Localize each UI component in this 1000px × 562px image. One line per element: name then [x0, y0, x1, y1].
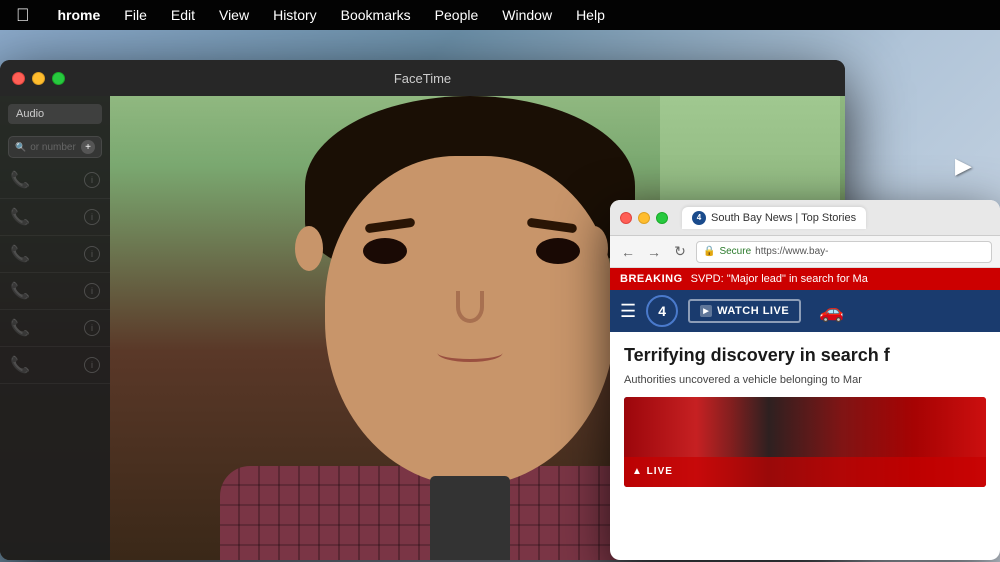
news-subtext: Authorities uncovered a vehicle belongin… — [624, 373, 986, 388]
contact-item[interactable]: 📞 i — [0, 310, 110, 347]
news-content-area: Terrifying discovery in search f Authori… — [610, 332, 1000, 499]
contact-item[interactable]: 📞 i — [0, 199, 110, 236]
breaking-text: SVPD: "Major lead" in search for Ma — [691, 273, 868, 285]
people-menu-item[interactable]: People — [423, 0, 491, 30]
phone-icon: 📞 — [10, 318, 30, 338]
info-icon[interactable]: i — [84, 172, 100, 188]
contact-item[interactable]: 📞 i — [0, 236, 110, 273]
channel-logo: 4 — [646, 295, 678, 327]
contact-item[interactable]: 📞 i — [0, 273, 110, 310]
play-icon: ▶ — [700, 305, 712, 317]
menubar:  hrome File Edit View History Bookmarks… — [0, 0, 1000, 30]
info-icon[interactable]: i — [84, 357, 100, 373]
news-image: ▲ LIVE — [624, 397, 986, 487]
window-menu-item[interactable]: Window — [490, 0, 564, 30]
search-icon: 🔍 — [15, 142, 26, 153]
close-button[interactable] — [12, 72, 25, 85]
watch-live-button[interactable]: ▶ WATCH LIVE — [688, 299, 801, 323]
edit-menu-item[interactable]: Edit — [159, 0, 207, 30]
url-text: https://www.bay- — [755, 246, 828, 257]
tab-title: South Bay News | Top Stories — [711, 212, 856, 224]
browser-window-controls — [620, 212, 668, 224]
help-menu-item[interactable]: Help — [564, 0, 617, 30]
browser-tab[interactable]: 4 South Bay News | Top Stories — [682, 207, 866, 229]
reload-button[interactable]: ↻ — [670, 242, 690, 262]
phone-icon: 📞 — [10, 207, 30, 227]
info-icon[interactable]: i — [84, 320, 100, 336]
facetime-window-title: FaceTime — [394, 71, 451, 86]
phone-icon: 📞 — [10, 170, 30, 190]
phone-icon: 📞 — [10, 355, 30, 375]
news-navbar: ☰ 4 ▶ WATCH LIVE 🚗 — [610, 290, 1000, 332]
person-inner-shirt — [430, 476, 510, 560]
car-icon: 🚗 — [819, 299, 844, 324]
browser-maximize-button[interactable] — [656, 212, 668, 224]
bookmarks-menu-item[interactable]: Bookmarks — [329, 0, 423, 30]
browser-minimize-button[interactable] — [638, 212, 650, 224]
browser-titlebar: 4 South Bay News | Top Stories — [610, 200, 1000, 236]
search-placeholder: or number — [30, 142, 76, 153]
contact-item[interactable]: 📞 i — [0, 162, 110, 199]
watch-live-label: WATCH LIVE — [717, 305, 789, 317]
facetime-sidebar: Audio 🔍 or number + 📞 i 📞 i 📞 i 📞 i 📞 i — [0, 96, 110, 560]
add-contact-icon[interactable]: + — [81, 140, 95, 154]
apple-menu[interactable]:  — [0, 0, 46, 30]
facetime-titlebar: FaceTime — [0, 60, 845, 96]
forward-button[interactable]: → — [644, 242, 664, 262]
browser-addressbar: ← → ↻ 🔒 Secure https://www.bay- — [610, 236, 1000, 268]
file-menu-item[interactable]: File — [112, 0, 159, 30]
maximize-button[interactable] — [52, 72, 65, 85]
search-field[interactable]: 🔍 or number + — [8, 136, 102, 158]
browser-window: 4 South Bay News | Top Stories ← → ↻ 🔒 S… — [610, 200, 1000, 560]
contact-item[interactable]: 📞 i — [0, 347, 110, 384]
breaking-news-banner: BREAKING SVPD: "Major lead" in search fo… — [610, 268, 1000, 290]
person-face — [325, 156, 615, 486]
browser-close-button[interactable] — [620, 212, 632, 224]
hamburger-menu-icon[interactable]: ☰ — [620, 301, 636, 322]
person-ear-left — [295, 226, 323, 271]
info-icon[interactable]: i — [84, 246, 100, 262]
secure-label: Secure — [719, 246, 751, 257]
image-caption-bar: ▲ LIVE — [624, 457, 986, 487]
breaking-label: BREAKING — [620, 273, 683, 285]
chrome-menu-item[interactable]: hrome — [46, 0, 113, 30]
minimize-button[interactable] — [32, 72, 45, 85]
back-button[interactable]: ← — [618, 242, 638, 262]
info-icon[interactable]: i — [84, 209, 100, 225]
secure-icon: 🔒 — [703, 246, 715, 257]
view-menu-item[interactable]: View — [207, 0, 261, 30]
audio-button[interactable]: Audio — [8, 104, 102, 124]
address-bar[interactable]: 🔒 Secure https://www.bay- — [696, 241, 992, 263]
info-icon[interactable]: i — [84, 283, 100, 299]
phone-icon: 📞 — [10, 244, 30, 264]
phone-icon: 📞 — [10, 281, 30, 301]
history-menu-item[interactable]: History — [261, 0, 329, 30]
window-controls — [12, 72, 65, 85]
news-headline: Terrifying discovery in search f — [624, 344, 986, 367]
tab-favicon: 4 — [692, 211, 706, 225]
